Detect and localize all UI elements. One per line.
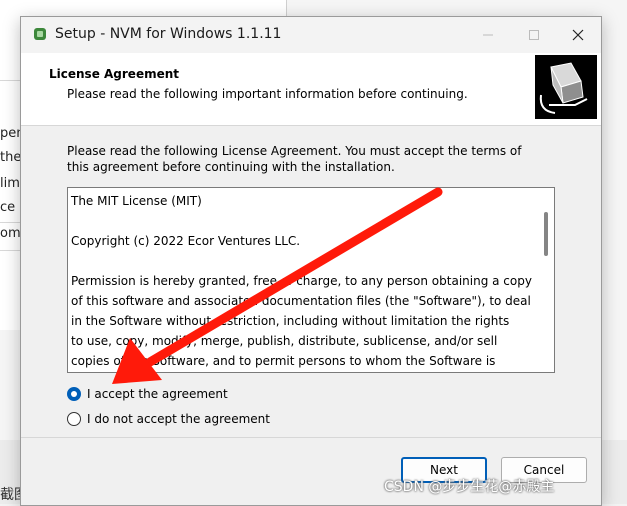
maximize-button <box>511 17 557 53</box>
license-line: of this software and associated document… <box>71 294 531 308</box>
license-line: Copyright (c) 2022 Ecor Ventures LLC. <box>71 234 301 248</box>
license-scrollbar[interactable] <box>538 188 554 372</box>
background-text-fragment: lim <box>0 176 20 191</box>
background-text-fragment: the <box>0 150 22 165</box>
setup-computer-logo <box>535 55 597 119</box>
license-textbox[interactable]: The MIT License (MIT) Copyright (c) 2022… <box>67 187 555 373</box>
computer-icon <box>535 55 597 119</box>
background-text-fragment: om <box>0 226 21 241</box>
window-title: Setup - NVM for Windows 1.1.11 <box>55 26 282 42</box>
nvm-app-icon <box>34 28 46 40</box>
csdn-watermark: CSDN @步步生花@赤殿主 <box>384 479 555 495</box>
license-line: Permission is hereby granted, free of ch… <box>71 274 532 288</box>
accept-option[interactable]: I accept the agreement <box>67 385 228 403</box>
maximize-icon <box>529 30 539 40</box>
scrollbar-thumb[interactable] <box>544 212 548 256</box>
license-line: copies of the Software, and to permit pe… <box>71 354 496 368</box>
minimize-icon <box>483 34 493 36</box>
setup-dialog: Setup - NVM for Windows 1.1.11 License A… <box>20 16 602 506</box>
close-icon <box>572 29 584 41</box>
accept-radio[interactable] <box>67 387 81 401</box>
license-line: in the Software without restriction, inc… <box>71 314 510 328</box>
background-text-fragment: ce <box>0 200 16 215</box>
license-line: to use, copy, modify, merge, publish, di… <box>71 334 498 348</box>
license-line: The MIT License (MIT) <box>71 194 202 208</box>
decline-radio[interactable] <box>67 412 81 426</box>
wizard-header: License Agreement Please read the follow… <box>21 53 601 126</box>
decline-option[interactable]: I do not accept the agreement <box>67 410 270 428</box>
accept-label: I accept the agreement <box>87 387 228 401</box>
decline-label: I do not accept the agreement <box>87 412 270 426</box>
minimize-button <box>465 17 511 53</box>
page-subtitle: Please read the following important info… <box>67 87 468 101</box>
intro-text: Please read the following License Agreem… <box>67 144 522 174</box>
title-bar[interactable]: Setup - NVM for Windows 1.1.11 <box>21 17 601 53</box>
footer-divider <box>21 437 601 438</box>
close-button[interactable] <box>555 17 601 53</box>
page-title: License Agreement <box>49 67 180 81</box>
